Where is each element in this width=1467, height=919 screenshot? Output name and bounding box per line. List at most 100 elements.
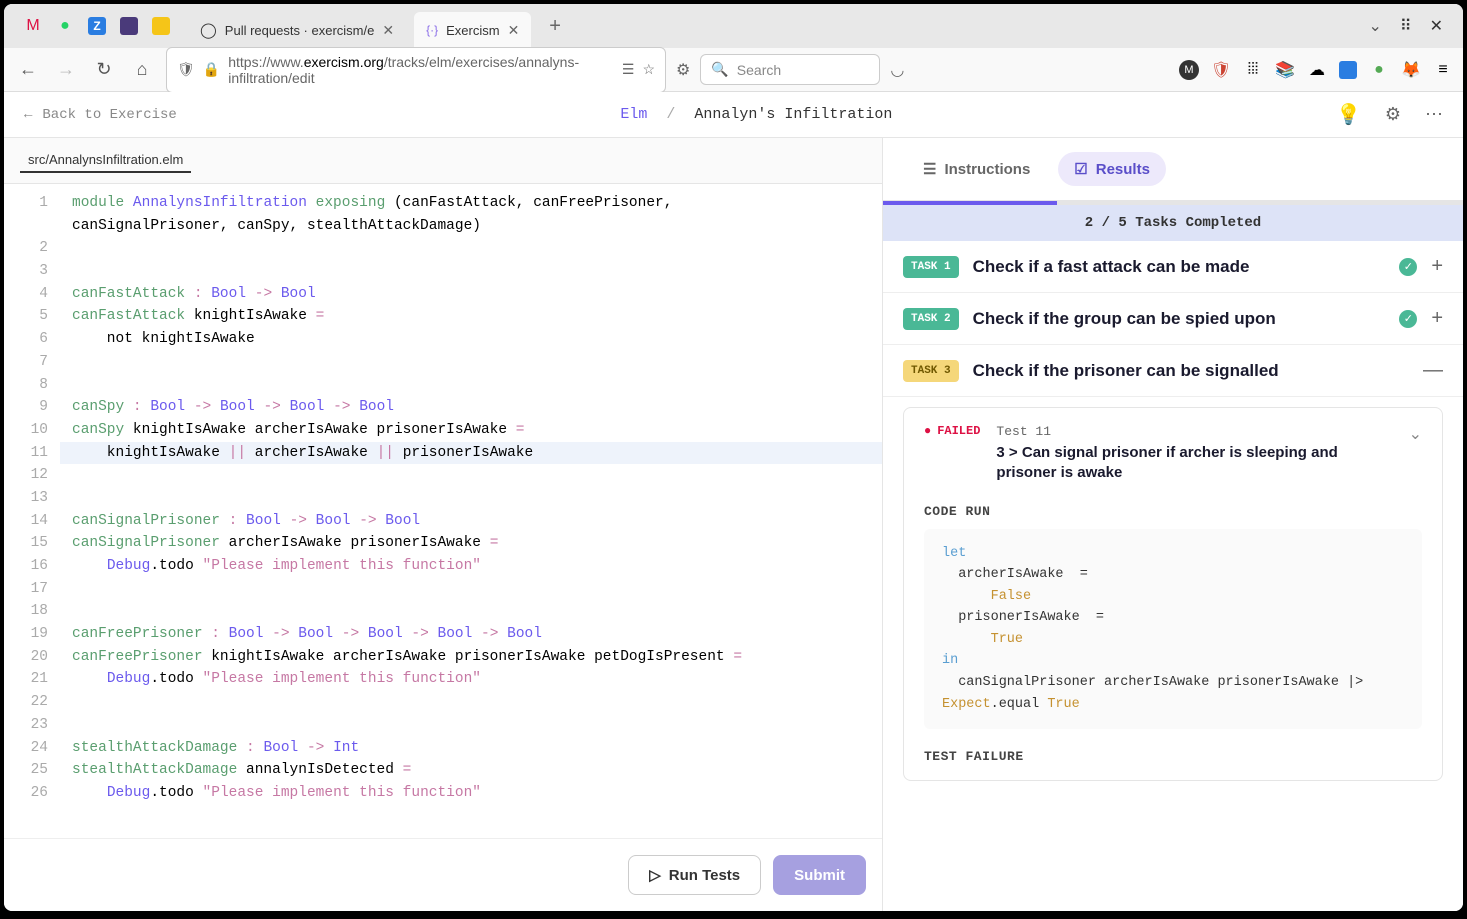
code-editor[interactable]: 1234567891011121314151617181920212223242…: [4, 184, 882, 838]
code-line[interactable]: knightIsAwake || archerIsAwake || prison…: [60, 442, 882, 465]
run-tests-button[interactable]: ▷ Run Tests: [628, 855, 761, 895]
browser-tab[interactable]: ◯ Pull requests · exercism/e ✕: [188, 12, 406, 48]
code-line[interactable]: Debug.todo "Please implement this functi…: [60, 668, 882, 691]
code-line[interactable]: [60, 351, 882, 374]
results-pane: ☰ Instructions ☑ Results 2 / 5 Tasks Com…: [883, 138, 1463, 911]
task-badge: TASK 2: [903, 308, 959, 330]
address-bar: ← → ↻ ⌂ 🛡 🔒 https://www.https://www.exer…: [4, 48, 1463, 92]
file-name: src/AnnalynsInfiltration.elm: [20, 148, 191, 173]
reader-icon[interactable]: ☰: [622, 61, 635, 78]
ext-icon-8[interactable]: 🦊: [1401, 60, 1421, 80]
task-row[interactable]: TASK 1 Check if a fast attack can be mad…: [883, 241, 1463, 293]
code-line[interactable]: [60, 260, 882, 283]
task-row[interactable]: TASK 3 Check if the prisoner can be sign…: [883, 345, 1463, 397]
hints-icon[interactable]: 💡: [1336, 102, 1361, 127]
url-input[interactable]: 🛡 🔒 https://www.https://www.exercism.org…: [166, 47, 666, 93]
whatsapp-icon[interactable]: ●: [56, 17, 74, 35]
tasks-summary: 2 / 5 Tasks Completed: [883, 205, 1463, 241]
tab-instructions[interactable]: ☰ Instructions: [907, 152, 1046, 186]
browser-tab[interactable]: {·} Exercism ✕: [414, 12, 531, 48]
progress-fill: [883, 201, 1057, 205]
code-line[interactable]: canFreePrisoner : Bool -> Bool -> Bool -…: [60, 623, 882, 646]
extension-icon[interactable]: ⚙: [676, 60, 690, 80]
app-icon-z[interactable]: Z: [88, 17, 106, 35]
ext-icon-5[interactable]: ☁: [1307, 60, 1327, 80]
task-title: Check if the group can be spied upon: [973, 309, 1386, 329]
ext-icon-7[interactable]: ●: [1369, 60, 1389, 80]
code-line[interactable]: [60, 374, 882, 397]
task-badge: TASK 1: [903, 256, 959, 278]
gmail-icon[interactable]: M: [24, 17, 42, 35]
tab-results[interactable]: ☑ Results: [1058, 152, 1166, 186]
code-line[interactable]: [60, 464, 882, 487]
pocket-icon[interactable]: ◡: [890, 60, 904, 80]
chevron-down-icon[interactable]: ⌄: [1368, 16, 1381, 36]
code-line[interactable]: Debug.todo "Please implement this functi…: [60, 782, 882, 805]
check-icon: ✓: [1399, 258, 1417, 276]
back-to-exercise-link[interactable]: ← Back to Exercise: [24, 107, 177, 123]
minus-icon[interactable]: —: [1423, 359, 1443, 382]
reload-button[interactable]: ↻: [90, 56, 118, 84]
code-line[interactable]: Debug.todo "Please implement this functi…: [60, 555, 882, 578]
code-line[interactable]: canFreePrisoner knightIsAwake archerIsAw…: [60, 646, 882, 669]
code-line[interactable]: [60, 691, 882, 714]
menu-icon[interactable]: ≡: [1433, 60, 1453, 80]
code-line[interactable]: canSpy : Bool -> Bool -> Bool -> Bool: [60, 396, 882, 419]
app-icon-purple[interactable]: [120, 17, 138, 35]
bookmark-icon[interactable]: ☆: [642, 61, 655, 78]
code-line[interactable]: [60, 578, 882, 601]
ext-icon-1[interactable]: M: [1179, 60, 1199, 80]
back-button[interactable]: ←: [14, 56, 42, 84]
code-line[interactable]: not knightIsAwake: [60, 328, 882, 351]
settings-icon[interactable]: ⚙: [1385, 104, 1401, 125]
window-close-icon[interactable]: ✕: [1430, 16, 1443, 36]
exercism-icon: {·}: [426, 23, 438, 37]
close-icon[interactable]: ✕: [382, 22, 394, 39]
check-icon: ☑: [1074, 160, 1087, 178]
code-line[interactable]: module AnnalynsInfiltration exposing (ca…: [60, 192, 882, 215]
ext-icon-3[interactable]: ⦙⦙⦙: [1243, 60, 1263, 80]
code-line[interactable]: stealthAttackDamage annalynIsDetected =: [60, 759, 882, 782]
search-placeholder: Search: [737, 62, 781, 78]
new-tab-button[interactable]: +: [539, 15, 571, 38]
plus-icon[interactable]: +: [1431, 255, 1443, 278]
browser-tab-bar: M ● Z ◯ Pull requests · exercism/e ✕ {·}…: [4, 4, 1463, 48]
submit-label: Submit: [794, 867, 845, 884]
task-title: Check if a fast attack can be made: [973, 257, 1386, 277]
code-line[interactable]: canSignalPrisoner : Bool -> Bool -> Bool: [60, 510, 882, 533]
code-line[interactable]: [60, 487, 882, 510]
play-icon: ▷: [649, 866, 661, 884]
ext-icon-6[interactable]: [1339, 61, 1357, 79]
code-line[interactable]: canSignalPrisoner archerIsAwake prisoner…: [60, 532, 882, 555]
code-line[interactable]: canSignalPrisoner, canSpy, stealthAttack…: [60, 215, 882, 238]
plus-icon[interactable]: +: [1431, 307, 1443, 330]
code-line[interactable]: [60, 600, 882, 623]
code-line[interactable]: stealthAttackDamage : Bool -> Int: [60, 737, 882, 760]
code-line[interactable]: canFastAttack : Bool -> Bool: [60, 283, 882, 306]
code-line[interactable]: [60, 714, 882, 737]
tab-label: Results: [1096, 161, 1150, 178]
search-input[interactable]: 🔍 Search: [700, 54, 880, 85]
home-button[interactable]: ⌂: [128, 56, 156, 84]
close-icon[interactable]: ✕: [508, 22, 520, 39]
apps-grid-icon[interactable]: ⠿: [1400, 16, 1412, 36]
code-line[interactable]: canFastAttack knightIsAwake =: [60, 305, 882, 328]
ext-icon-2[interactable]: 🛡: [1211, 60, 1231, 80]
chevron-down-icon[interactable]: ⌄: [1409, 424, 1422, 444]
github-icon: ◯: [200, 21, 217, 39]
search-icon: 🔍: [711, 61, 728, 78]
task-row[interactable]: TASK 2 Check if the group can be spied u…: [883, 293, 1463, 345]
code-line[interactable]: [60, 237, 882, 260]
tasks-list: TASK 1 Check if a fast attack can be mad…: [883, 241, 1463, 911]
app-icon-yellow[interactable]: [152, 17, 170, 35]
task-title: Check if the prisoner can be signalled: [973, 361, 1409, 381]
submit-button[interactable]: Submit: [773, 855, 866, 895]
file-tab[interactable]: src/AnnalynsInfiltration.elm: [4, 138, 882, 184]
test-description: 3 > Can signal prisoner if archer is sle…: [996, 443, 1392, 484]
test-status: FAILED: [924, 424, 980, 438]
track-name[interactable]: Elm: [620, 106, 647, 123]
more-icon[interactable]: ⋯: [1425, 104, 1443, 125]
ext-icon-4[interactable]: 📚: [1275, 60, 1295, 80]
lock-icon: 🔒: [203, 61, 220, 78]
code-line[interactable]: canSpy knightIsAwake archerIsAwake priso…: [60, 419, 882, 442]
